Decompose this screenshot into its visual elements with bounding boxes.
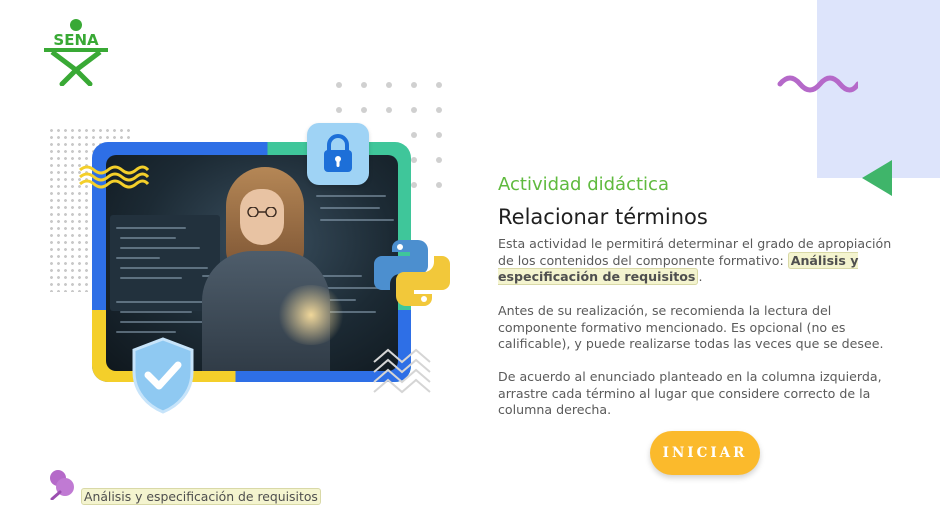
instructions-paragraph: De acuerdo al enunciado planteado en la … (498, 369, 882, 418)
intro-end: . (698, 269, 703, 285)
sena-logo-icon: SENA (40, 18, 112, 87)
start-button[interactable]: INICIAR (650, 431, 760, 475)
activity-subtitle: Actividad didáctica (498, 174, 669, 195)
zigzag-decoration (373, 348, 431, 394)
activity-title: Relacionar términos (498, 205, 708, 229)
shield-check-icon (132, 337, 194, 414)
intro-paragraph: Esta actividad le permitirá determinar e… (498, 236, 893, 286)
recommendation-paragraph: Antes de su realización, se recomienda l… (498, 303, 884, 352)
logo-text: SENA (53, 31, 99, 49)
component-label: Análisis y especificación de requisitos (81, 488, 321, 505)
pushpin-icon (50, 470, 74, 500)
python-logo-icon (374, 240, 450, 306)
yellow-wave-decoration (79, 165, 150, 189)
lock-icon (307, 123, 369, 185)
purple-wave-decoration (777, 75, 858, 93)
green-triangle-decoration (862, 160, 892, 196)
